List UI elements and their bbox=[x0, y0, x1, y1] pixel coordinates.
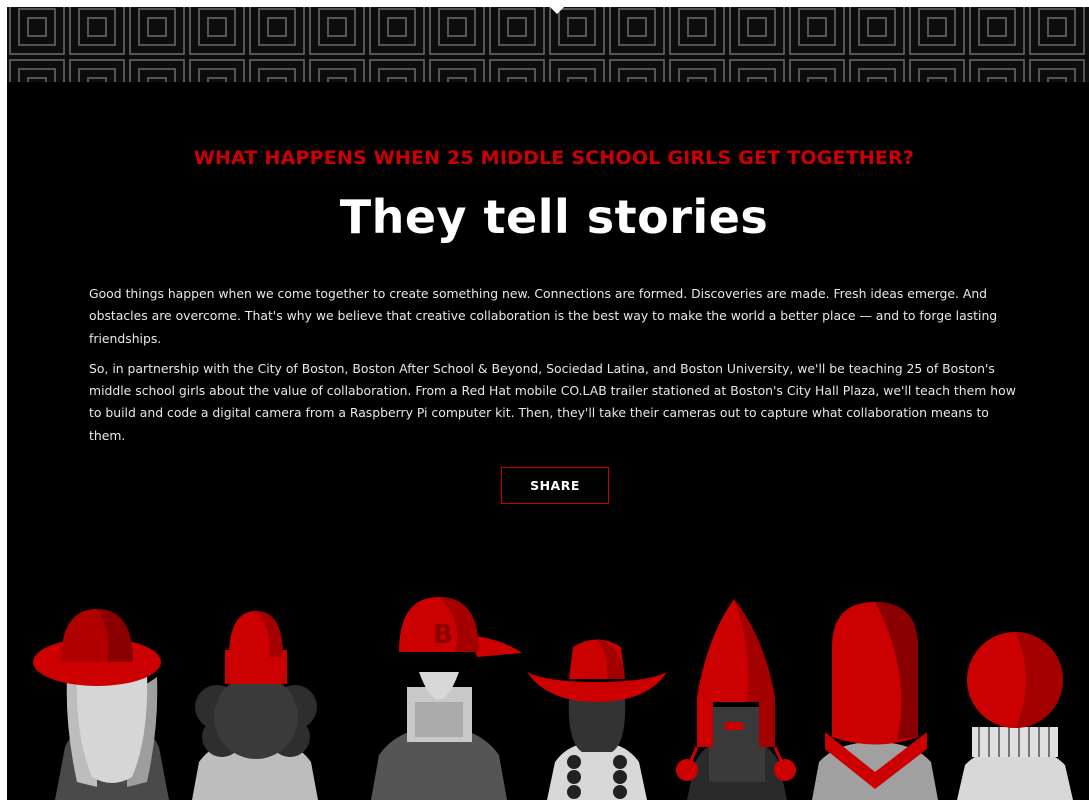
figure-red-hood bbox=[812, 602, 938, 800]
intro-paragraph-1: Good things happen when we come together… bbox=[89, 286, 998, 346]
cap-letter-b: B bbox=[433, 620, 453, 650]
figure-cowboy-hat bbox=[527, 639, 667, 800]
figure-wide-brim-hat bbox=[33, 609, 169, 800]
notch-indicator bbox=[550, 7, 564, 14]
page-title: They tell stories bbox=[339, 190, 769, 244]
intro-text: Good things happen when we come together… bbox=[89, 283, 1029, 455]
figure-baseball-cap: B bbox=[371, 597, 522, 800]
eyebrow-heading: WHAT HAPPENS WHEN 25 MIDDLE SCHOOL GIRLS… bbox=[193, 147, 915, 169]
intro-paragraph-2: So, in partnership with the City of Bost… bbox=[89, 360, 1016, 443]
girls-with-red-hats-illustration: B bbox=[33, 597, 1073, 800]
maze-pattern-banner bbox=[7, 7, 1089, 82]
share-button[interactable]: SHARE bbox=[501, 467, 609, 504]
figure-pom-pom-hat bbox=[676, 599, 796, 800]
hero-section: WHAT HAPPENS WHEN 25 MIDDLE SCHOOL GIRLS… bbox=[7, 7, 1089, 800]
figure-curly-hair bbox=[192, 611, 318, 800]
figure-round-beanie bbox=[957, 632, 1073, 800]
